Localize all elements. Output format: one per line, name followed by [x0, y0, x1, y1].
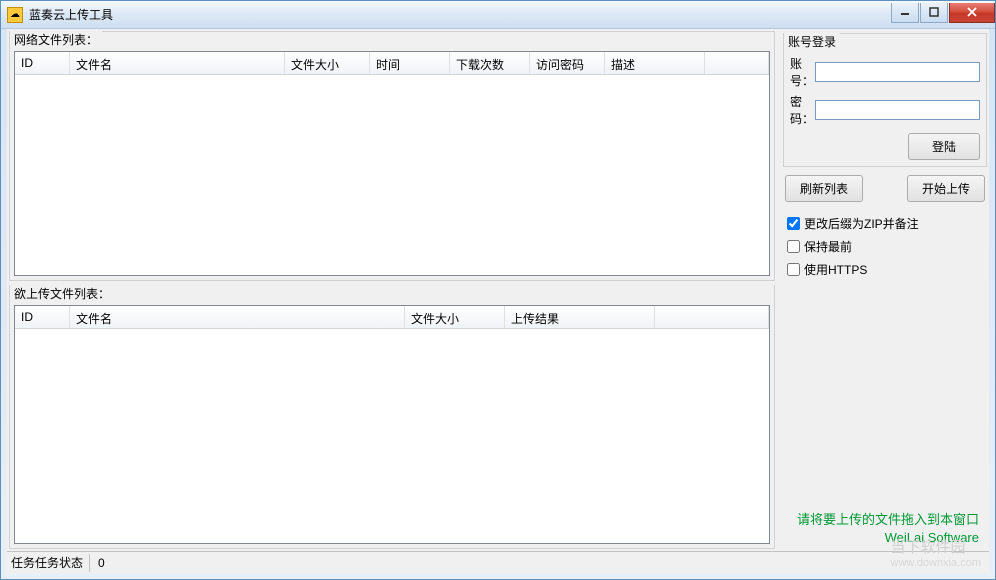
- option-use-https: 使用HTTPS: [781, 258, 989, 281]
- col-id[interactable]: ID: [15, 52, 70, 74]
- app-icon: ☁: [7, 7, 23, 23]
- minimize-button[interactable]: [891, 3, 919, 23]
- start-upload-button[interactable]: 开始上传: [907, 175, 985, 202]
- maximize-button[interactable]: [920, 3, 948, 23]
- network-listview-header: ID 文件名 文件大小 时间 下载次数 访问密码 描述: [15, 52, 769, 75]
- network-file-group: 网络文件列表： ID 文件名 文件大小 时间 下载次数 访问密码 描述: [9, 31, 775, 281]
- titlebar: ☁ 蓝奏云上传工具: [1, 1, 995, 29]
- drag-hint: 请将要上传的文件拖入到本窗口 WeiLai Software: [797, 511, 979, 547]
- window-title: 蓝奏云上传工具: [29, 6, 890, 23]
- col-desc[interactable]: 描述: [605, 52, 705, 74]
- login-group-title: 账号登录: [784, 33, 840, 50]
- action-buttons: 刷新列表 开始上传: [781, 173, 989, 212]
- option-keep-top: 保持最前: [781, 235, 989, 258]
- statusbar: 任务任务状态 0: [7, 551, 989, 573]
- account-input[interactable]: [815, 62, 980, 82]
- network-file-listview[interactable]: ID 文件名 文件大小 时间 下载次数 访问密码 描述: [14, 51, 770, 276]
- account-label: 账号：: [790, 55, 815, 89]
- network-group-title: 网络文件列表：: [10, 31, 102, 48]
- keep-top-checkbox[interactable]: [787, 240, 800, 253]
- hint-line2: WeiLai Software: [797, 529, 979, 547]
- login-button[interactable]: 登陆: [908, 133, 980, 160]
- upload-listview-body[interactable]: [15, 329, 769, 543]
- col-downloads[interactable]: 下载次数: [450, 52, 530, 74]
- upload-listview-header: ID 文件名 文件大小 上传结果: [15, 306, 769, 329]
- col-size[interactable]: 文件大小: [405, 306, 505, 328]
- col-time[interactable]: 时间: [370, 52, 450, 74]
- zip-suffix-checkbox[interactable]: [787, 217, 800, 230]
- refresh-button[interactable]: 刷新列表: [785, 175, 863, 202]
- col-spacer: [705, 52, 769, 74]
- col-id[interactable]: ID: [15, 306, 70, 328]
- client-area: 网络文件列表： ID 文件名 文件大小 时间 下载次数 访问密码 描述: [7, 29, 989, 573]
- login-group: 账号登录 账号： 密码： 登陆: [783, 33, 987, 167]
- hint-line1: 请将要上传的文件拖入到本窗口: [797, 511, 979, 529]
- option-zip-suffix: 更改后缀为ZIP并备注: [781, 212, 989, 235]
- col-spacer: [655, 306, 769, 328]
- col-password[interactable]: 访问密码: [530, 52, 605, 74]
- col-result[interactable]: 上传结果: [505, 306, 655, 328]
- status-label: 任务任务状态: [11, 554, 89, 571]
- left-column: 网络文件列表： ID 文件名 文件大小 时间 下载次数 访问密码 描述: [7, 29, 777, 551]
- col-size[interactable]: 文件大小: [285, 52, 370, 74]
- keep-top-label: 保持最前: [804, 238, 852, 255]
- zip-suffix-label: 更改后缀为ZIP并备注: [804, 215, 919, 232]
- col-filename[interactable]: 文件名: [70, 52, 285, 74]
- col-filename[interactable]: 文件名: [70, 306, 405, 328]
- upload-group-title: 欲上传文件列表：: [10, 285, 774, 302]
- app-window: ☁ 蓝奏云上传工具 网络文件列表： ID: [0, 0, 996, 580]
- window-controls: [890, 3, 995, 23]
- network-listview-body[interactable]: [15, 75, 769, 275]
- upload-file-group: 欲上传文件列表： ID 文件名 文件大小 上传结果: [9, 285, 775, 549]
- status-value: 0: [89, 554, 113, 572]
- upload-file-listview[interactable]: ID 文件名 文件大小 上传结果: [14, 305, 770, 544]
- right-column: 账号登录 账号： 密码： 登陆 刷新列表 开始上传: [781, 29, 989, 551]
- password-input[interactable]: [815, 100, 980, 120]
- password-label: 密码：: [790, 93, 815, 127]
- main-row: 网络文件列表： ID 文件名 文件大小 时间 下载次数 访问密码 描述: [7, 29, 989, 551]
- use-https-checkbox[interactable]: [787, 263, 800, 276]
- close-button[interactable]: [949, 3, 995, 23]
- use-https-label: 使用HTTPS: [804, 261, 867, 278]
